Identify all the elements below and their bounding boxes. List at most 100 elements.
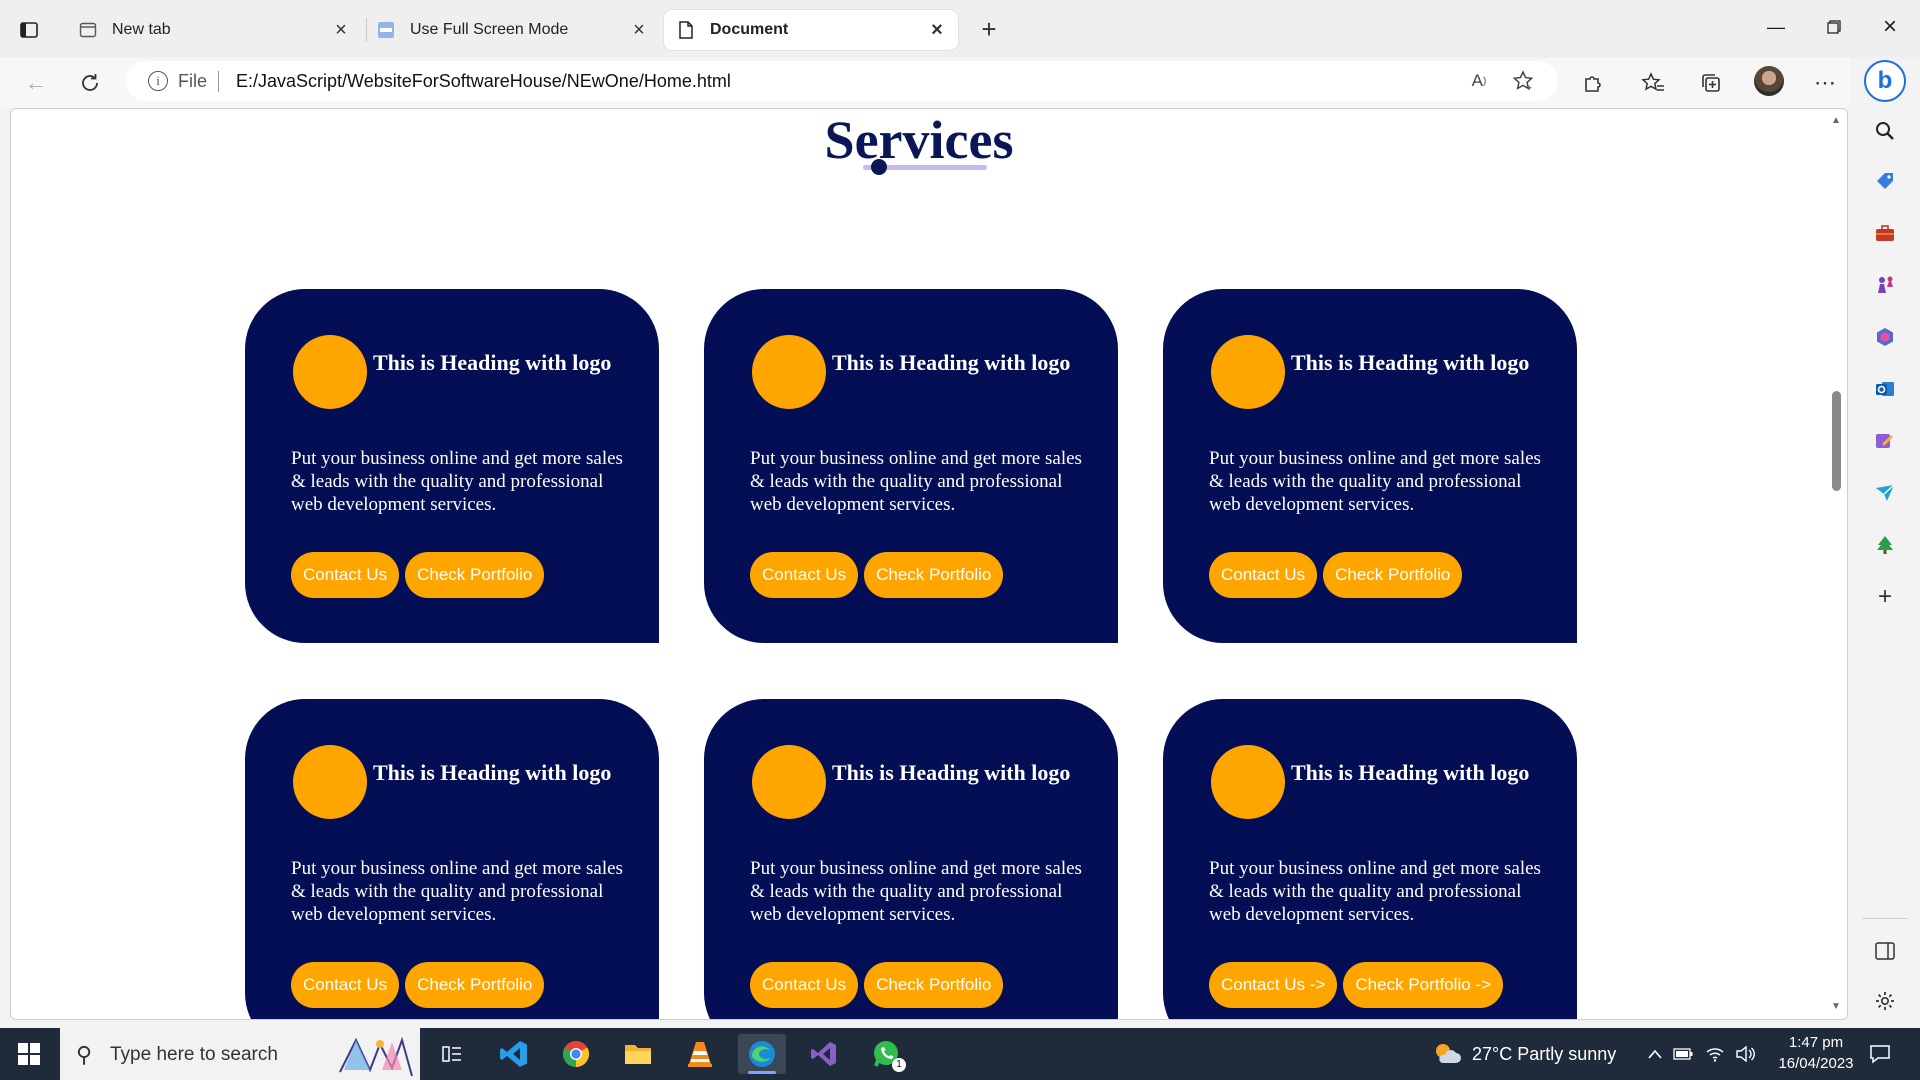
check-portfolio-button[interactable]: Check Portfolio <box>864 552 1004 598</box>
scroll-up-icon[interactable]: ▲ <box>1830 115 1842 127</box>
microsoft-365-icon[interactable] <box>1872 324 1898 350</box>
battery-icon[interactable] <box>1672 1044 1694 1064</box>
contact-us-button[interactable]: Contact Us <box>291 962 400 1008</box>
weather-icon[interactable] <box>1432 1040 1462 1068</box>
hide-sidebar-icon[interactable] <box>1872 938 1898 964</box>
contact-us-button[interactable]: Contact Us -> <box>1209 962 1338 1008</box>
tab-strip: New tab × Use Full Screen Mode × Documen… <box>0 0 1920 58</box>
settings-gear-icon[interactable] <box>1872 988 1898 1014</box>
search-icon: ⚲ <box>76 1042 93 1067</box>
page-scrollbar[interactable]: ▲ ▼ <box>1825 109 1847 1019</box>
service-logo <box>293 745 367 819</box>
check-portfolio-button[interactable]: Check Portfolio <box>405 962 545 1008</box>
minimize-button[interactable]: — <box>1756 12 1796 42</box>
service-heading: This is Heading with logo <box>373 350 612 375</box>
web-content-viewport[interactable]: Services This is Heading with logo Put y… <box>10 108 1848 1020</box>
navigation-bar: ← i File E:/JavaScript/WebsiteForSoftwar… <box>0 58 1920 108</box>
favorites-star-icon <box>1641 72 1664 91</box>
bing-icon: b <box>1877 67 1893 94</box>
search-highlight-art-icon <box>339 1036 413 1077</box>
wifi-icon[interactable] <box>1704 1044 1726 1064</box>
task-view-icon[interactable] <box>428 1034 476 1074</box>
read-aloud-icon[interactable]: A) <box>1466 69 1492 93</box>
volume-icon[interactable] <box>1734 1044 1756 1064</box>
contact-us-button[interactable]: Contact Us <box>291 552 400 598</box>
more-dots-icon: ⋯ <box>1814 70 1836 95</box>
weather-text[interactable]: 27°C Partly sunny <box>1472 1044 1616 1065</box>
tab-actions-button[interactable] <box>14 15 44 45</box>
contact-us-button[interactable]: Contact Us <box>1209 552 1318 598</box>
bing-copilot-button[interactable]: b <box>1864 60 1906 102</box>
service-heading: This is Heading with logo <box>832 760 1071 785</box>
tab-actions-icon <box>20 22 38 38</box>
active-app-indicator <box>748 1071 776 1074</box>
close-tab-icon[interactable]: × <box>926 19 948 41</box>
sidebar-divider <box>1862 918 1908 919</box>
visual-studio-icon[interactable] <box>800 1034 848 1074</box>
designer-icon[interactable] <box>1872 428 1898 454</box>
whatsapp-icon[interactable]: 1 <box>862 1034 910 1074</box>
vlc-icon[interactable] <box>676 1034 724 1074</box>
service-description: Put your business online and get more sa… <box>291 858 623 925</box>
notifications-icon[interactable] <box>1868 1042 1892 1066</box>
service-heading: This is Heading with logo <box>1291 760 1530 785</box>
tab-title: New tab <box>112 21 171 38</box>
site-info-icon[interactable]: i <box>148 71 168 91</box>
address-bar[interactable]: i File E:/JavaScript/WebsiteForSoftwareH… <box>126 61 1558 101</box>
send-drop-icon[interactable] <box>1872 480 1898 506</box>
contact-us-button[interactable]: Contact Us <box>750 552 859 598</box>
tab-title: Use Full Screen Mode <box>410 21 569 38</box>
taskbar-search[interactable]: ⚲ Type here to search <box>60 1028 420 1080</box>
shopping-tag-icon[interactable] <box>1872 168 1898 194</box>
close-tab-icon[interactable]: × <box>330 19 352 41</box>
tab-new-tab[interactable]: New tab × <box>66 10 362 50</box>
close-tab-icon[interactable]: × <box>628 19 650 41</box>
restore-button[interactable] <box>1814 12 1854 42</box>
tools-briefcase-icon[interactable] <box>1872 220 1898 246</box>
back-button[interactable]: ← <box>20 67 52 99</box>
close-window-button[interactable]: × <box>1870 12 1910 42</box>
tree-icon[interactable] <box>1872 532 1898 558</box>
profile-avatar[interactable] <box>1754 66 1784 96</box>
chrome-icon[interactable] <box>552 1034 600 1074</box>
new-tab-button[interactable]: + <box>974 14 1004 44</box>
scheme-label: File <box>178 71 208 91</box>
title-underline-dot <box>871 159 887 175</box>
url-text[interactable]: E:/JavaScript/WebsiteForSoftwareHouse/NE… <box>236 71 731 92</box>
tab-use-full-screen-mode[interactable]: Use Full Screen Mode × <box>364 10 660 50</box>
section-title: Services <box>824 110 1014 170</box>
collections-button[interactable] <box>1696 68 1726 98</box>
chevron-up-icon[interactable] <box>1644 1044 1666 1064</box>
service-description: Put your business online and get more sa… <box>1209 858 1541 925</box>
file-explorer-icon[interactable] <box>614 1034 662 1074</box>
check-portfolio-button[interactable]: Check Portfolio <box>1323 552 1463 598</box>
scroll-thumb[interactable] <box>1832 391 1841 491</box>
games-chess-icon[interactable] <box>1872 272 1898 298</box>
vscode-icon[interactable] <box>490 1034 538 1074</box>
service-heading: This is Heading with logo <box>832 350 1071 375</box>
favorites-button[interactable] <box>1638 68 1668 98</box>
service-card: This is Heading with logo Put your busin… <box>704 699 1118 1019</box>
service-description: Put your business online and get more sa… <box>750 858 1082 925</box>
add-favorite-icon[interactable]: + <box>1510 69 1536 93</box>
service-heading: This is Heading with logo <box>1291 350 1530 375</box>
extensions-button[interactable] <box>1578 68 1608 98</box>
outlook-icon[interactable] <box>1872 376 1898 402</box>
tab-document[interactable]: Document × <box>664 10 958 50</box>
search-icon[interactable] <box>1872 118 1898 144</box>
clock-time[interactable]: 1:47 pm <box>1774 1034 1858 1051</box>
contact-us-button[interactable]: Contact Us <box>750 962 859 1008</box>
scroll-down-icon[interactable]: ▼ <box>1830 1001 1842 1013</box>
check-portfolio-button[interactable]: Check Portfolio <box>405 552 545 598</box>
collections-icon <box>1702 74 1720 92</box>
clock-date[interactable]: 16/04/2023 <box>1768 1055 1864 1072</box>
add-sidebar-app-icon[interactable]: + <box>1872 583 1898 610</box>
service-card: This is Heading with logo Put your busin… <box>245 289 659 643</box>
refresh-button[interactable] <box>74 67 106 99</box>
settings-and-more-button[interactable]: ⋯ <box>1810 68 1840 98</box>
edge-icon[interactable] <box>738 1034 786 1074</box>
restore-icon <box>1827 20 1841 34</box>
check-portfolio-button[interactable]: Check Portfolio <box>864 962 1004 1008</box>
windows-start-icon[interactable] <box>18 1043 40 1065</box>
check-portfolio-button[interactable]: Check Portfolio -> <box>1343 962 1503 1008</box>
